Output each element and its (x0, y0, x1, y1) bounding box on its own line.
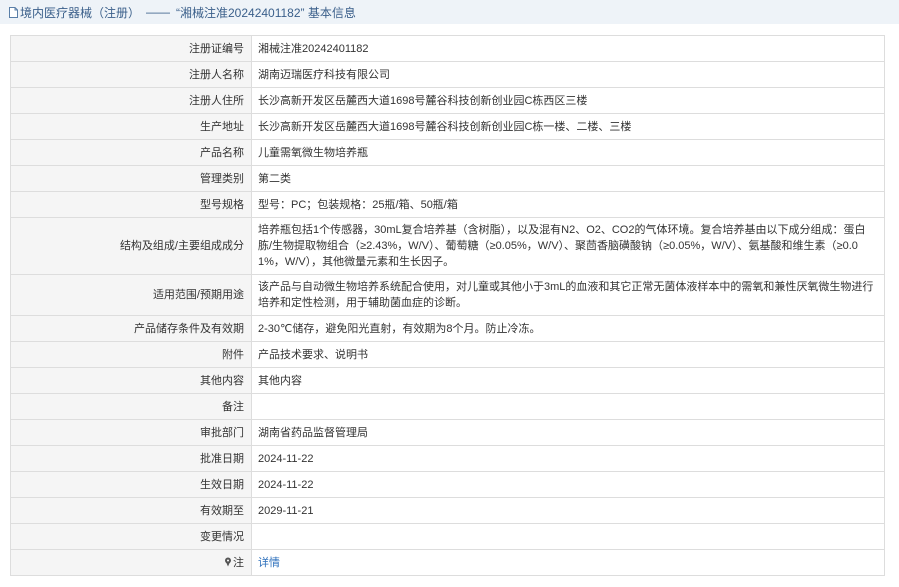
row-value: 长沙高新开发区岳麓西大道1698号麓谷科技创新创业园C栋西区三楼 (251, 87, 885, 114)
row-label: 注册人名称 (10, 61, 252, 88)
table-row: 型号规格 型号：PC；包装规格：25瓶/箱、50瓶/箱 (10, 191, 885, 218)
registration-info-table: 注册证编号 湘械注准20242401182 注册人名称 湖南迈瑞医疗科技有限公司… (10, 35, 885, 576)
row-value: 该产品与自动微生物培养系统配合使用，对儿童或其他小于3mL的血液和其它正常无菌体… (251, 274, 885, 316)
row-value: 湘械注准20242401182 (251, 35, 885, 62)
row-label: 变更情况 (10, 523, 252, 550)
row-label: 备注 (10, 393, 252, 420)
row-label: 注册证编号 (10, 35, 252, 62)
row-value (251, 393, 885, 420)
row-value (251, 523, 885, 550)
title-separator: —— (146, 5, 171, 19)
table-row: 产品名称 儿童需氧微生物培养瓶 (10, 139, 885, 166)
pin-icon (225, 557, 231, 566)
row-label: 生效日期 (10, 471, 252, 498)
note-value-cell: 详情 (251, 549, 885, 576)
row-label: 适用范围/预期用途 (10, 274, 252, 316)
row-label: 有效期至 (10, 497, 252, 524)
row-label: 注册人住所 (10, 87, 252, 114)
row-value: 长沙高新开发区岳麓西大道1698号麓谷科技创新创业园C栋一楼、二楼、三楼 (251, 113, 885, 140)
table-row: 注册证编号 湘械注准20242401182 (10, 35, 885, 62)
table-row: 审批部门 湖南省药品监督管理局 (10, 419, 885, 446)
table-row: 注册人住所 长沙高新开发区岳麓西大道1698号麓谷科技创新创业园C栋西区三楼 (10, 87, 885, 114)
table-row: 管理类别 第二类 (10, 165, 885, 192)
row-value: 2024-11-22 (251, 445, 885, 472)
table-row: 注册人名称 湖南迈瑞医疗科技有限公司 (10, 61, 885, 88)
table-row: 变更情况 (10, 523, 885, 550)
table-row: 产品储存条件及有效期 2-30℃储存，避免阳光直射，有效期为8个月。防止冷冻。 (10, 315, 885, 342)
row-value: 2-30℃储存，避免阳光直射，有效期为8个月。防止冷冻。 (251, 315, 885, 342)
row-label: 型号规格 (10, 191, 252, 218)
table-row: 其他内容 其他内容 (10, 367, 885, 394)
row-label: 结构及组成/主要组成成分 (10, 217, 252, 275)
row-value: 湖南省药品监督管理局 (251, 419, 885, 446)
table-row: 附件 产品技术要求、说明书 (10, 341, 885, 368)
note-label-cell: 注 (10, 549, 252, 576)
row-value: 培养瓶包括1个传感器，30mL复合培养基（含树脂），以及混有N2、O2、CO2的… (251, 217, 885, 275)
row-value: 2024-11-22 (251, 471, 885, 498)
row-value: 型号：PC；包装规格：25瓶/箱、50瓶/箱 (251, 191, 885, 218)
row-label: 附件 (10, 341, 252, 368)
note-label: 注 (233, 556, 244, 569)
table-row: 批准日期 2024-11-22 (10, 445, 885, 472)
row-value: 2029-11-21 (251, 497, 885, 524)
row-label: 生产地址 (10, 113, 252, 140)
row-label: 其他内容 (10, 367, 252, 394)
row-value: 第二类 (251, 165, 885, 192)
table-row: 生效日期 2024-11-22 (10, 471, 885, 498)
row-label: 管理类别 (10, 165, 252, 192)
page-category: 境内医疗器械（注册） (20, 5, 141, 20)
table-row: 生产地址 长沙高新开发区岳麓西大道1698号麓谷科技创新创业园C栋一楼、二楼、三… (10, 113, 885, 140)
title-bar: 境内医疗器械（注册） —— “湘械注准20242401182” 基本信息 (0, 0, 899, 24)
document-icon (9, 6, 18, 18)
row-label: 审批部门 (10, 419, 252, 446)
row-value: 其他内容 (251, 367, 885, 394)
row-label: 批准日期 (10, 445, 252, 472)
details-link[interactable]: 详情 (258, 557, 280, 569)
page-title: “湘械注准20242401182” 基本信息 (176, 5, 356, 20)
table-row: 备注 (10, 393, 885, 420)
row-label: 产品名称 (10, 139, 252, 166)
table-row: 适用范围/预期用途 该产品与自动微生物培养系统配合使用，对儿童或其他小于3mL的… (10, 274, 885, 316)
table-row: 有效期至 2029-11-21 (10, 497, 885, 524)
row-label: 产品储存条件及有效期 (10, 315, 252, 342)
row-value: 儿童需氧微生物培养瓶 (251, 139, 885, 166)
table-row: 结构及组成/主要组成成分 培养瓶包括1个传感器，30mL复合培养基（含树脂），以… (10, 217, 885, 275)
note-row: 注 详情 (10, 549, 885, 576)
row-value: 产品技术要求、说明书 (251, 341, 885, 368)
row-value: 湖南迈瑞医疗科技有限公司 (251, 61, 885, 88)
